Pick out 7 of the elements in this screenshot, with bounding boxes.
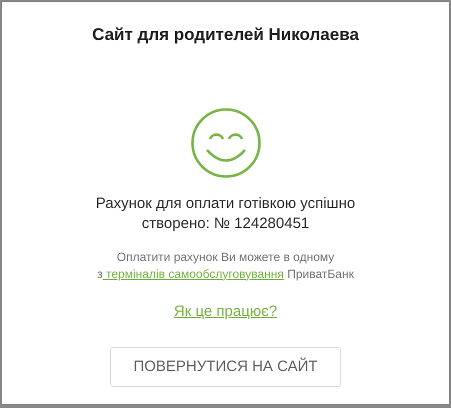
how-it-works-link[interactable]: Як це працює? — [174, 300, 278, 323]
success-message: Рахунок для оплати готівкою успішно створено: № 124280451 — [94, 194, 356, 234]
return-button[interactable]: ПОВЕРНУТИСЯ НА САЙТ — [110, 347, 341, 387]
smiley-icon — [190, 106, 262, 178]
payment-note: Оплатити рахунок Ви можете в одному з терміналів самообслуговування ПриватБанк — [96, 248, 355, 282]
terminals-link[interactable]: терміналів самообслуговування — [102, 266, 284, 280]
dialog-title: Сайт для родителей Николаева — [92, 24, 359, 46]
